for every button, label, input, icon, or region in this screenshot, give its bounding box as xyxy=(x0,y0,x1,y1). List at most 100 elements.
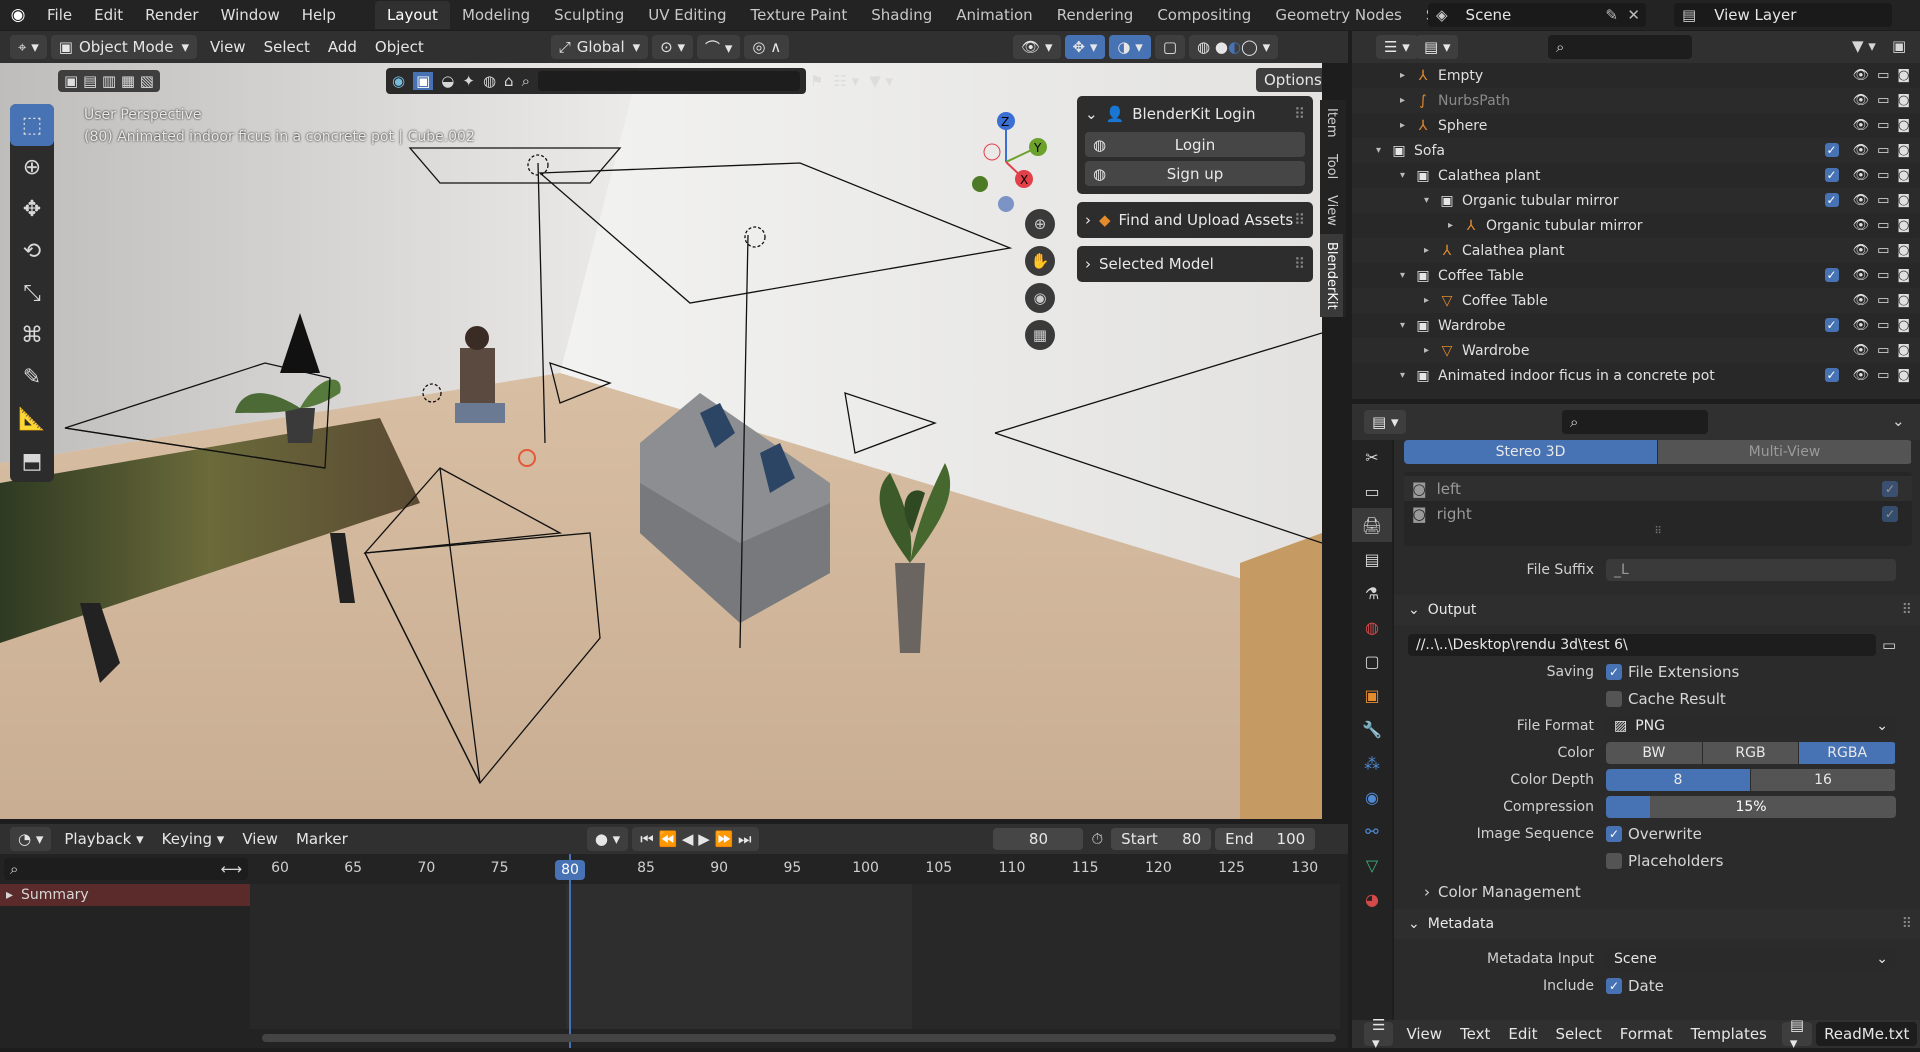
outliner-row[interactable]: ▾ ▣ Coffee Table ✓ 👁 ▭ ◙ xyxy=(1352,263,1920,288)
render-camera-icon[interactable]: ◙ xyxy=(1897,293,1910,308)
expand-arrow-icon[interactable]: ▸ xyxy=(1424,245,1438,256)
text-file-name[interactable]: ReadMe.txt xyxy=(1816,1022,1918,1046)
view-left-checkbox[interactable]: ✓ xyxy=(1882,480,1898,497)
signup-button[interactable]: ◍ Sign up xyxy=(1085,161,1305,186)
color-management-subpanel[interactable]: › Color Management xyxy=(1394,878,1920,905)
placeholders-checkbox[interactable] xyxy=(1606,852,1622,869)
monitor-icon[interactable]: ▭ xyxy=(1877,93,1889,108)
monitor-icon[interactable]: ▭ xyxy=(1877,193,1889,208)
collapse-arrow-icon[interactable]: ▾ xyxy=(1376,145,1390,156)
xray-toggle[interactable]: ▢ xyxy=(1154,35,1185,59)
eye-icon[interactable]: 👁 xyxy=(1853,343,1870,358)
workspace-tab-animation[interactable]: Animation xyxy=(944,1,1044,29)
material-icon[interactable]: ◒ xyxy=(441,72,454,90)
expand-arrow-icon[interactable]: ▸ xyxy=(1424,295,1438,306)
cursor-icon[interactable]: ⊕ xyxy=(10,146,54,188)
outliner-row[interactable]: ▾ ▣ Wardrobe ✓ 👁 ▭ ◙ xyxy=(1352,313,1920,338)
eye-icon[interactable]: 👁 xyxy=(1853,93,1870,108)
outliner-row[interactable]: ▸ ▽ Coffee Table 👁 ▭ ◙ xyxy=(1352,288,1920,313)
view-right-row[interactable]: ◙ right ✓ xyxy=(1404,501,1912,526)
swap-icon[interactable]: ⟷ xyxy=(220,860,242,878)
menu-help[interactable]: Help xyxy=(291,6,347,24)
date-checkbox[interactable]: ✓ xyxy=(1606,977,1622,994)
view-right-checkbox[interactable]: ✓ xyxy=(1882,505,1898,522)
outliner-search-input[interactable]: ⌕ xyxy=(1548,35,1692,59)
expand-arrow-icon[interactable]: ▸ xyxy=(1448,220,1462,231)
zoom-icon[interactable]: ⊕ xyxy=(1025,209,1055,239)
overwrite-checkbox[interactable]: ✓ xyxy=(1606,825,1622,842)
list-resize-handle[interactable]: ⠿ xyxy=(1404,526,1912,542)
monitor-icon[interactable]: ▭ xyxy=(1877,368,1889,383)
move-icon[interactable]: ✥ xyxy=(10,188,54,230)
properties-search-input[interactable]: ⌕ xyxy=(1562,410,1708,434)
collapse-arrow-icon[interactable]: ▾ xyxy=(1400,170,1414,181)
end-frame-field[interactable]: End 100 xyxy=(1215,828,1316,850)
eye-icon[interactable]: 👁 xyxy=(1853,268,1870,283)
outliner-row[interactable]: ▾ ▣ Sofa ✓ 👁 ▭ ◙ xyxy=(1352,138,1920,163)
orientation-dropdown[interactable]: ⤢ Global ▾ xyxy=(550,35,649,59)
timeline-view-menu[interactable]: View xyxy=(233,830,287,848)
filter-search-input[interactable] xyxy=(537,71,800,91)
eye-icon[interactable]: 👁 xyxy=(1853,68,1870,83)
pin-icon[interactable]: ✎ xyxy=(1605,6,1618,24)
text-select-menu[interactable]: Select xyxy=(1546,1025,1610,1043)
pan-hand-icon[interactable]: ✋ xyxy=(1025,246,1055,276)
render-camera-icon[interactable]: ◙ xyxy=(1897,318,1910,333)
outliner-row[interactable]: ▸ ⅄ Sphere 👁 ▭ ◙ xyxy=(1352,113,1920,138)
object-mode-dropdown[interactable]: ▣ Object Mode ▾ xyxy=(50,35,197,59)
text-editor-type[interactable]: ☰ ▾ xyxy=(1364,1016,1394,1052)
monitor-icon[interactable]: ▭ xyxy=(1877,168,1889,183)
outliner-row[interactable]: ▾ ▣ Animated indoor ficus in a concrete po… xyxy=(1352,363,1920,388)
file-format-dropdown[interactable]: ▨ PNG ⌄ xyxy=(1606,714,1896,737)
color-seg-option[interactable]: BW xyxy=(1606,741,1703,764)
outliner-row[interactable]: ▸ ⅄ Organic tubular mirror 👁 ▭ ◙ xyxy=(1352,213,1920,238)
playhead-frame-badge[interactable]: 80 xyxy=(555,860,585,880)
editor-type-button[interactable]: ⌖ ▾ xyxy=(10,35,47,59)
rotate-icon[interactable]: ⟲ xyxy=(10,230,54,272)
render-camera-icon[interactable]: ◙ xyxy=(1897,218,1910,233)
sidebar-tab-item[interactable]: Item xyxy=(1320,100,1343,146)
add-cube-icon[interactable]: ⬒ xyxy=(10,440,54,482)
outliner-row[interactable]: ▾ ▣ Organic tubular mirror ✓ 👁 ▭ ◙ xyxy=(1352,188,1920,213)
eye-icon[interactable]: 👁 xyxy=(1853,243,1870,258)
exclude-checkbox[interactable]: ✓ xyxy=(1824,168,1839,182)
outliner-row[interactable]: ▸ ⅄ Calathea plant 👁 ▭ ◙ xyxy=(1352,238,1920,263)
eye-icon[interactable]: 👁 xyxy=(1853,318,1870,333)
frame-ruler[interactable]: 60 65 70 75 80 85 90 95 100 105 110 115 120 125 130 xyxy=(250,854,1348,884)
monitor-icon[interactable]: ▭ xyxy=(1877,143,1889,158)
metadata-section-header[interactable]: ⌄ Metadata ⠿ xyxy=(1394,909,1920,939)
workspace-tab-texture-paint[interactable]: Texture Paint xyxy=(738,1,859,29)
monitor-icon[interactable]: ▭ xyxy=(1877,68,1889,83)
start-frame-field[interactable]: Start 80 xyxy=(1111,828,1212,850)
sidebar-tab-tool[interactable]: Tool xyxy=(1320,146,1343,187)
keying-menu[interactable]: Keying ▾ xyxy=(153,830,234,848)
visibility-dropdown[interactable]: 👁 ▾ xyxy=(1013,35,1061,59)
color-icon[interactable]: ◉ xyxy=(392,72,405,90)
depth-seg-option[interactable]: 8 xyxy=(1606,768,1751,791)
material-icon[interactable]: ◕ xyxy=(1352,882,1392,916)
bookmark-icon[interactable]: ⚑ xyxy=(810,72,823,90)
particles-icon[interactable]: ⁂ xyxy=(1352,746,1392,780)
annotate-icon[interactable]: ✎ xyxy=(10,356,54,398)
expand-arrow-icon[interactable]: ▸ xyxy=(1400,95,1414,106)
sidebar-tab-view[interactable]: View xyxy=(1320,187,1343,234)
object-menu[interactable]: Object xyxy=(366,38,433,56)
expand-arrow-icon[interactable]: ▸ xyxy=(1400,120,1414,131)
workspace-tab-layout[interactable]: Layout xyxy=(374,1,450,29)
selected-model-panel[interactable]: › Selected Model ⠿ xyxy=(1077,246,1313,282)
object-data-icon[interactable]: ▽ xyxy=(1352,848,1392,882)
summary-channel[interactable]: ▸ Summary xyxy=(0,884,250,906)
options-dropdown[interactable]: Options▾ xyxy=(1256,68,1322,92)
file-extensions-checkbox[interactable]: ✓ xyxy=(1606,663,1622,680)
pivot-dropdown[interactable]: ⊙ ▾ xyxy=(652,35,694,59)
workspace-tab-compositing[interactable]: Compositing xyxy=(1145,1,1263,29)
color-seg-option[interactable]: RGB xyxy=(1702,741,1800,764)
view-layer-icon[interactable]: ▤ xyxy=(1352,542,1392,576)
text-browse-dropdown[interactable]: ▤ ▾ xyxy=(1781,1016,1813,1052)
eye-icon[interactable]: 👁 xyxy=(1853,118,1870,133)
scale-icon[interactable]: ⤡ xyxy=(10,272,54,314)
monitor-icon[interactable]: ▭ xyxy=(1877,118,1889,133)
exclude-checkbox[interactable]: ✓ xyxy=(1824,268,1839,282)
marker-menu[interactable]: Marker xyxy=(287,830,357,848)
properties-editor-type[interactable]: ▤ ▾ xyxy=(1364,410,1407,434)
